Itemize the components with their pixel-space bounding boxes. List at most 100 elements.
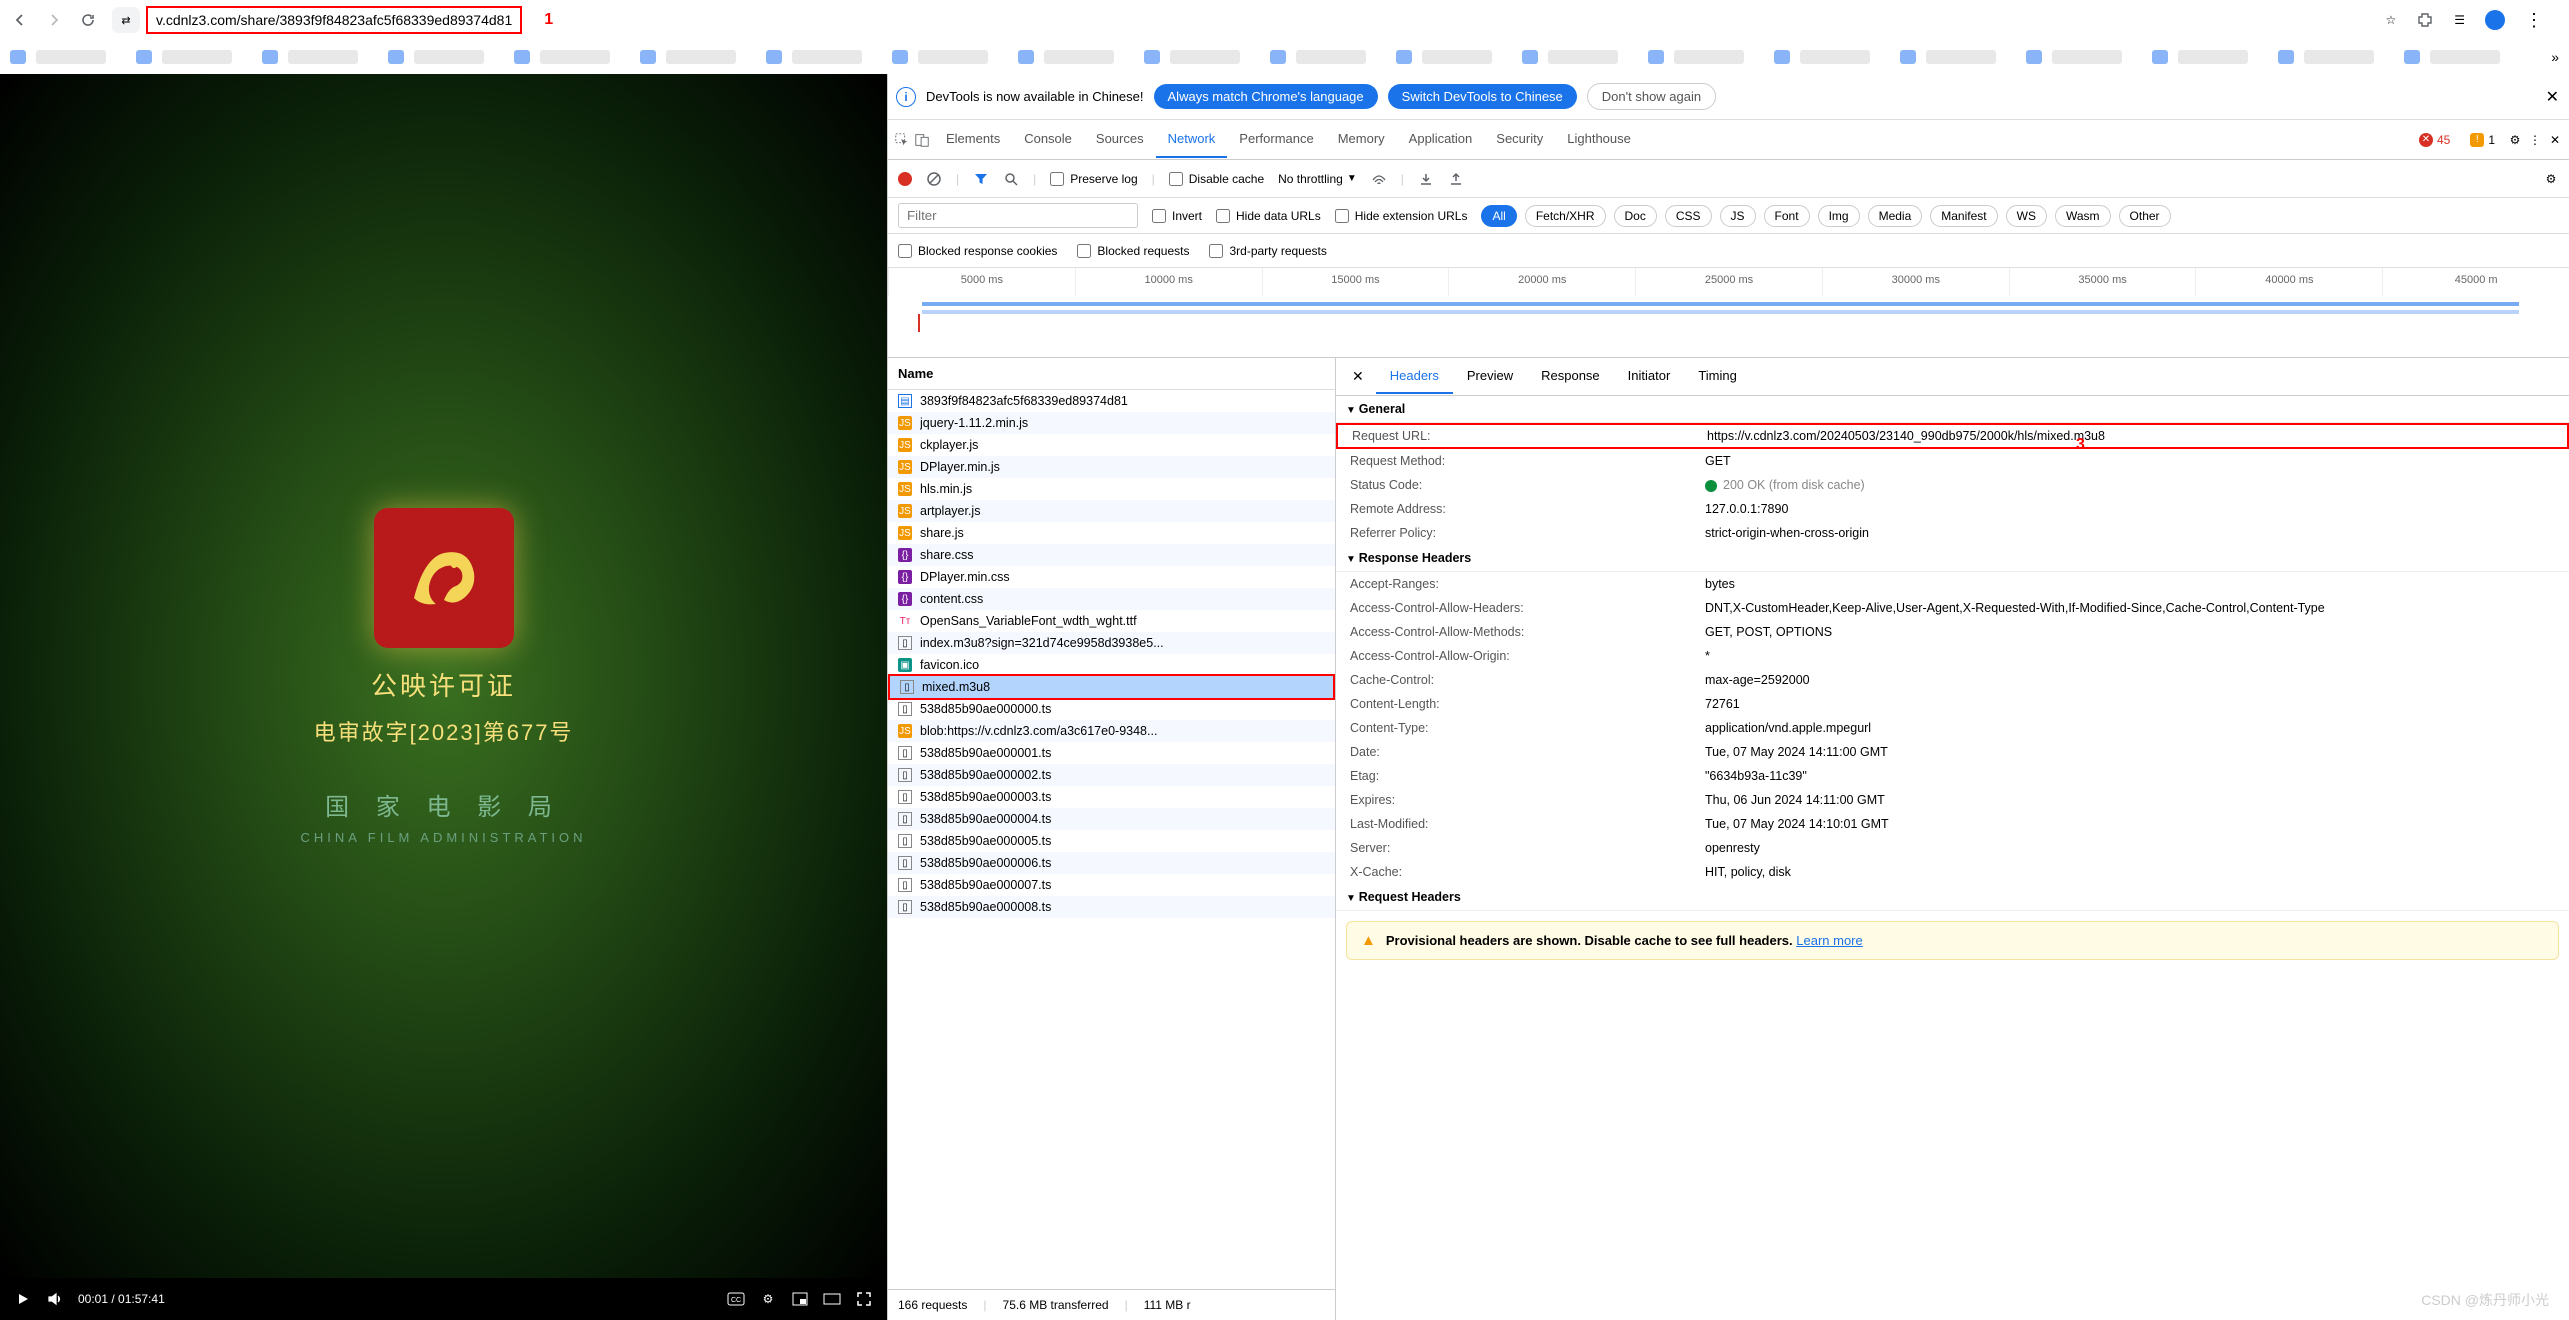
- filter-type-media[interactable]: Media: [1868, 205, 1923, 227]
- play-button[interactable]: [14, 1290, 32, 1308]
- filter-type-fetch-xhr[interactable]: Fetch/XHR: [1525, 205, 1606, 227]
- filter-type-other[interactable]: Other: [2119, 205, 2171, 227]
- back-button[interactable]: [10, 10, 30, 30]
- extensions-icon[interactable]: [2416, 11, 2434, 29]
- throttling-select[interactable]: No throttling ▼: [1278, 172, 1357, 186]
- request-row[interactable]: JSDPlayer.min.js: [888, 456, 1335, 478]
- tab-security[interactable]: Security: [1484, 121, 1555, 158]
- filter-type-doc[interactable]: Doc: [1614, 205, 1657, 227]
- blocked-cookies-checkbox[interactable]: Blocked response cookies: [898, 244, 1057, 258]
- filter-type-wasm[interactable]: Wasm: [2055, 205, 2111, 227]
- volume-button[interactable]: [46, 1290, 64, 1308]
- request-row[interactable]: ▯538d85b90ae000000.ts: [888, 698, 1335, 720]
- detail-tab-response[interactable]: Response: [1527, 359, 1614, 394]
- clear-button[interactable]: [926, 171, 942, 187]
- detail-tab-timing[interactable]: Timing: [1684, 359, 1751, 394]
- network-conditions-icon[interactable]: [1371, 171, 1387, 187]
- disable-cache-checkbox[interactable]: Disable cache: [1169, 172, 1264, 186]
- tab-network[interactable]: Network: [1156, 121, 1228, 158]
- devtools-menu-icon[interactable]: ⋮: [2527, 132, 2543, 148]
- detail-close-icon[interactable]: ✕: [1344, 368, 1372, 385]
- export-har-icon[interactable]: [1448, 171, 1464, 187]
- record-button[interactable]: [898, 172, 912, 186]
- reload-button[interactable]: [78, 10, 98, 30]
- hide-extension-urls-checkbox[interactable]: Hide extension URLs: [1335, 209, 1468, 223]
- request-row[interactable]: JSckplayer.js: [888, 434, 1335, 456]
- filter-input[interactable]: [898, 203, 1138, 228]
- video-viewport[interactable]: 公映许可证 电审故字[2023]第677号 国 家 电 影 局 CHINA FI…: [0, 74, 887, 1278]
- request-row[interactable]: TтOpenSans_VariableFont_wdth_wght.ttf: [888, 610, 1335, 632]
- tab-application[interactable]: Application: [1397, 121, 1485, 158]
- request-row[interactable]: ▯538d85b90ae000006.ts: [888, 852, 1335, 874]
- match-language-button[interactable]: Always match Chrome's language: [1154, 84, 1378, 109]
- error-count[interactable]: ✕45: [2411, 131, 2458, 149]
- dont-show-button[interactable]: Don't show again: [1587, 83, 1716, 110]
- filter-type-js[interactable]: JS: [1720, 205, 1756, 227]
- captions-button[interactable]: CC: [727, 1290, 745, 1308]
- chrome-menu-icon[interactable]: ⋮: [2525, 10, 2543, 31]
- third-party-checkbox[interactable]: 3rd-party requests: [1209, 244, 1326, 258]
- request-row[interactable]: JShls.min.js: [888, 478, 1335, 500]
- tab-lighthouse[interactable]: Lighthouse: [1555, 121, 1643, 158]
- request-row[interactable]: ▯538d85b90ae000002.ts: [888, 764, 1335, 786]
- detail-tab-preview[interactable]: Preview: [1453, 359, 1527, 394]
- request-row[interactable]: ▯538d85b90ae000007.ts: [888, 874, 1335, 896]
- fullscreen-button[interactable]: [855, 1290, 873, 1308]
- search-icon[interactable]: [1003, 171, 1019, 187]
- switch-language-button[interactable]: Switch DevTools to Chinese: [1388, 84, 1577, 109]
- filter-type-ws[interactable]: WS: [2006, 205, 2047, 227]
- tab-performance[interactable]: Performance: [1227, 121, 1325, 158]
- request-row[interactable]: JSartplayer.js: [888, 500, 1335, 522]
- reading-list-icon[interactable]: ☰: [2454, 13, 2465, 27]
- devtools-settings-icon[interactable]: ⚙: [2507, 132, 2523, 148]
- request-row[interactable]: JSblob:https://v.cdnlz3.com/a3c617e0-934…: [888, 720, 1335, 742]
- forward-button[interactable]: [44, 10, 64, 30]
- warning-count[interactable]: !1: [2462, 131, 2503, 149]
- request-row[interactable]: ▤3893f9f84823afc5f68339ed89374d81: [888, 390, 1335, 412]
- bookmark-star-icon[interactable]: ☆: [2385, 13, 2396, 27]
- hide-data-urls-checkbox[interactable]: Hide data URLs: [1216, 209, 1321, 223]
- request-row[interactable]: ▯index.m3u8?sign=321d74ce9958d3938e5...: [888, 632, 1335, 654]
- request-row[interactable]: JSshare.js: [888, 522, 1335, 544]
- learn-more-link[interactable]: Learn more: [1796, 933, 1862, 948]
- filter-type-font[interactable]: Font: [1764, 205, 1810, 227]
- request-row[interactable]: ▯538d85b90ae000008.ts: [888, 896, 1335, 918]
- request-row[interactable]: ▯538d85b90ae000005.ts: [888, 830, 1335, 852]
- profile-avatar[interactable]: [2485, 10, 2505, 30]
- section-header[interactable]: General: [1336, 396, 2569, 423]
- detail-tab-initiator[interactable]: Initiator: [1614, 359, 1685, 394]
- invert-checkbox[interactable]: Invert: [1152, 209, 1202, 223]
- tab-memory[interactable]: Memory: [1326, 121, 1397, 158]
- pip-button[interactable]: [791, 1290, 809, 1308]
- network-settings-icon[interactable]: ⚙: [2543, 171, 2559, 187]
- tab-elements[interactable]: Elements: [934, 121, 1012, 158]
- filter-type-all[interactable]: All: [1481, 205, 1516, 227]
- request-row[interactable]: {}DPlayer.min.css: [888, 566, 1335, 588]
- infobar-close-icon[interactable]: ✕: [2546, 87, 2559, 107]
- bookmarks-overflow-icon[interactable]: »: [2551, 49, 2559, 65]
- blocked-requests-checkbox[interactable]: Blocked requests: [1077, 244, 1189, 258]
- devtools-close-icon[interactable]: ✕: [2547, 132, 2563, 148]
- request-row[interactable]: ▯mixed.m3u82: [888, 674, 1335, 700]
- request-row[interactable]: ▯538d85b90ae000004.ts: [888, 808, 1335, 830]
- filter-icon[interactable]: [973, 171, 989, 187]
- request-row[interactable]: ▯538d85b90ae000001.ts: [888, 742, 1335, 764]
- device-toggle-icon[interactable]: [914, 132, 930, 148]
- tab-console[interactable]: Console: [1012, 121, 1084, 158]
- site-info-chip[interactable]: ⇄: [112, 7, 140, 33]
- filter-type-img[interactable]: Img: [1818, 205, 1860, 227]
- import-har-icon[interactable]: [1418, 171, 1434, 187]
- filter-type-css[interactable]: CSS: [1665, 205, 1712, 227]
- tab-sources[interactable]: Sources: [1084, 121, 1156, 158]
- detail-tab-headers[interactable]: Headers: [1376, 359, 1453, 394]
- url-input[interactable]: v.cdnlz3.com/share/3893f9f84823afc5f6833…: [146, 6, 522, 34]
- settings-button[interactable]: ⚙: [759, 1290, 777, 1308]
- request-row[interactable]: {}share.css: [888, 544, 1335, 566]
- request-row[interactable]: ▯538d85b90ae000003.ts: [888, 786, 1335, 808]
- theater-button[interactable]: [823, 1290, 841, 1308]
- preserve-log-checkbox[interactable]: Preserve log: [1050, 172, 1137, 186]
- section-header[interactable]: Request Headers: [1336, 884, 2569, 911]
- filter-type-manifest[interactable]: Manifest: [1930, 205, 1997, 227]
- network-timeline[interactable]: 5000 ms10000 ms15000 ms20000 ms25000 ms3…: [888, 268, 2569, 358]
- request-row[interactable]: {}content.css: [888, 588, 1335, 610]
